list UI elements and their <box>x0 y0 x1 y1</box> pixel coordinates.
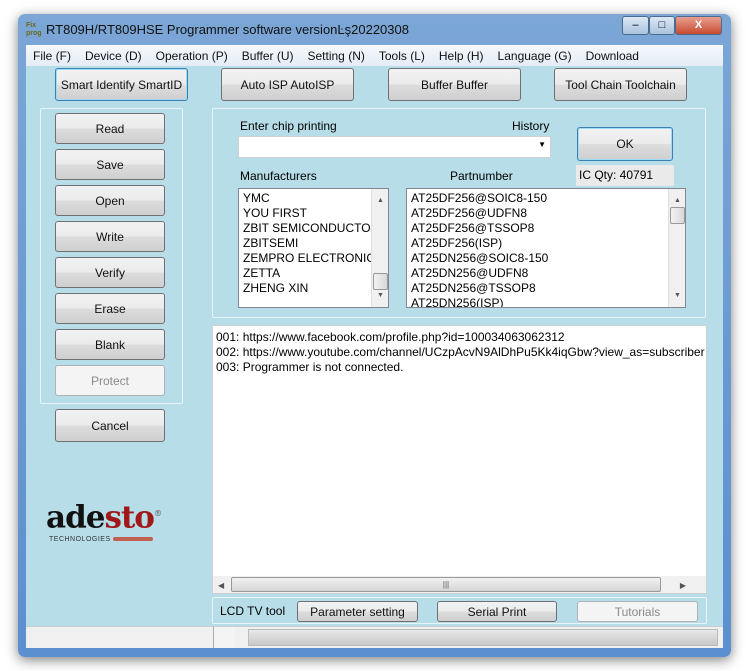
scroll-right-icon[interactable]: ▶ <box>680 578 686 593</box>
ok-button[interactable]: OK <box>577 127 673 161</box>
partnumber-label: Partnumber <box>450 169 513 183</box>
write-button[interactable]: Write <box>55 221 165 252</box>
save-button[interactable]: Save <box>55 149 165 180</box>
menu-operation[interactable]: Operation (P) <box>156 49 228 63</box>
log-horizontal-scrollbar[interactable]: ◀ ||| ▶ <box>213 576 706 593</box>
log-output[interactable]: 001: https://www.facebook.com/profile.ph… <box>212 325 707 594</box>
cancel-button[interactable]: Cancel <box>55 409 165 442</box>
chip-printing-label: Enter chip printing <box>240 119 337 133</box>
list-item[interactable]: YOU FIRST <box>243 206 388 221</box>
list-item[interactable]: AT25DN256@UDFN8 <box>411 266 685 281</box>
minimize-button[interactable]: – <box>622 16 649 35</box>
scroll-up-icon[interactable]: ▲ <box>669 193 685 208</box>
log-line: 003: Programmer is not connected. <box>216 360 404 374</box>
list-item[interactable]: ZBIT SEMICONDUCTOR <box>243 221 388 236</box>
list-item[interactable]: AT25DF256(ISP) <box>411 236 685 251</box>
scroll-down-icon[interactable]: ▼ <box>669 288 685 303</box>
partnumber-list[interactable]: AT25DF256@SOIC8-150 AT25DF256@UDFN8 AT25… <box>406 188 686 308</box>
window-title: RT809H/RT809HSE Programmer software vers… <box>46 22 409 37</box>
app-icon: Fix prog <box>26 22 42 37</box>
dropdown-arrow-icon[interactable]: ▼ <box>538 140 546 149</box>
ic-qty: IC Qty: 40791 <box>576 165 674 186</box>
scroll-thumb[interactable] <box>670 207 685 224</box>
menu-language[interactable]: Language (G) <box>498 49 572 63</box>
history-label: History <box>512 119 550 133</box>
parameter-setting-button[interactable]: Parameter setting <box>297 601 418 622</box>
blank-button[interactable]: Blank <box>55 329 165 360</box>
protect-button: Protect <box>55 365 165 396</box>
list-item[interactable]: ZEMPRO ELECTRONIC <box>243 251 388 266</box>
scroll-up-icon[interactable]: ▲ <box>372 193 388 208</box>
erase-button[interactable]: Erase <box>55 293 165 324</box>
manufacturers-label: Manufacturers <box>240 169 317 183</box>
list-item[interactable]: AT25DF256@TSSOP8 <box>411 221 685 236</box>
open-button[interactable]: Open <box>55 185 165 216</box>
menu-setting[interactable]: Setting (N) <box>308 49 365 63</box>
manufacturers-scrollbar[interactable]: ▲ ▼ <box>371 189 388 307</box>
list-item[interactable]: ZHENG XIN <box>243 281 388 296</box>
log-line: 002: https://www.youtube.com/channel/UCz… <box>216 345 705 359</box>
toolchain-button[interactable]: Tool Chain Toolchain <box>554 68 687 101</box>
verify-button[interactable]: Verify <box>55 257 165 288</box>
maximize-button[interactable]: □ <box>649 16 675 35</box>
list-item[interactable]: AT25DN256(ISP) <box>411 296 685 307</box>
manufacturers-list[interactable]: YMC YOU FIRST ZBIT SEMICONDUCTOR ZBITSEM… <box>238 188 389 308</box>
status-bar <box>26 626 723 648</box>
scroll-thumb[interactable]: ||| <box>231 577 661 592</box>
list-item[interactable]: AT25DN256@TSSOP8 <box>411 281 685 296</box>
list-item[interactable]: ZBITSEMI <box>243 236 388 251</box>
chip-printing-combobox[interactable]: ▼ <box>238 136 551 158</box>
status-pane <box>213 627 235 648</box>
menu-tools[interactable]: Tools (L) <box>379 49 425 63</box>
list-item[interactable]: AT25DF256@UDFN8 <box>411 206 685 221</box>
serial-print-button[interactable]: Serial Print <box>437 601 557 622</box>
close-button[interactable]: X <box>675 16 722 35</box>
menu-file[interactable]: File (F) <box>33 49 71 63</box>
tutorials-button: Tutorials <box>577 601 698 622</box>
partnumber-scrollbar[interactable]: ▲ ▼ <box>668 189 685 307</box>
adesto-logo: adesto® TECHNOLOGIES <box>46 499 162 544</box>
menu-buffer[interactable]: Buffer (U) <box>242 49 294 63</box>
scroll-left-icon[interactable]: ◀ <box>218 578 224 593</box>
list-item[interactable]: AT25DN256@SOIC8-150 <box>411 251 685 266</box>
list-item[interactable]: YMC <box>243 191 388 206</box>
smart-identify-button[interactable]: Smart Identify SmartID <box>55 68 188 101</box>
log-line: 001: https://www.facebook.com/profile.ph… <box>216 330 565 344</box>
scroll-down-icon[interactable]: ▼ <box>372 288 388 303</box>
list-item[interactable]: ZETTA <box>243 266 388 281</box>
progress-bar <box>248 629 718 646</box>
auto-isp-button[interactable]: Auto ISP AutoISP <box>221 68 354 101</box>
list-item[interactable]: AT25DF256@SOIC8-150 <box>411 191 685 206</box>
menu-device[interactable]: Device (D) <box>85 49 142 63</box>
menu-help[interactable]: Help (H) <box>439 49 484 63</box>
buffer-button[interactable]: Buffer Buffer <box>388 68 521 101</box>
lcd-tv-tool-label: LCD TV tool <box>220 604 286 618</box>
menu-bar: File (F) Device (D) Operation (P) Buffer… <box>26 45 723 66</box>
menu-download[interactable]: Download <box>586 49 639 63</box>
read-button[interactable]: Read <box>55 113 165 144</box>
